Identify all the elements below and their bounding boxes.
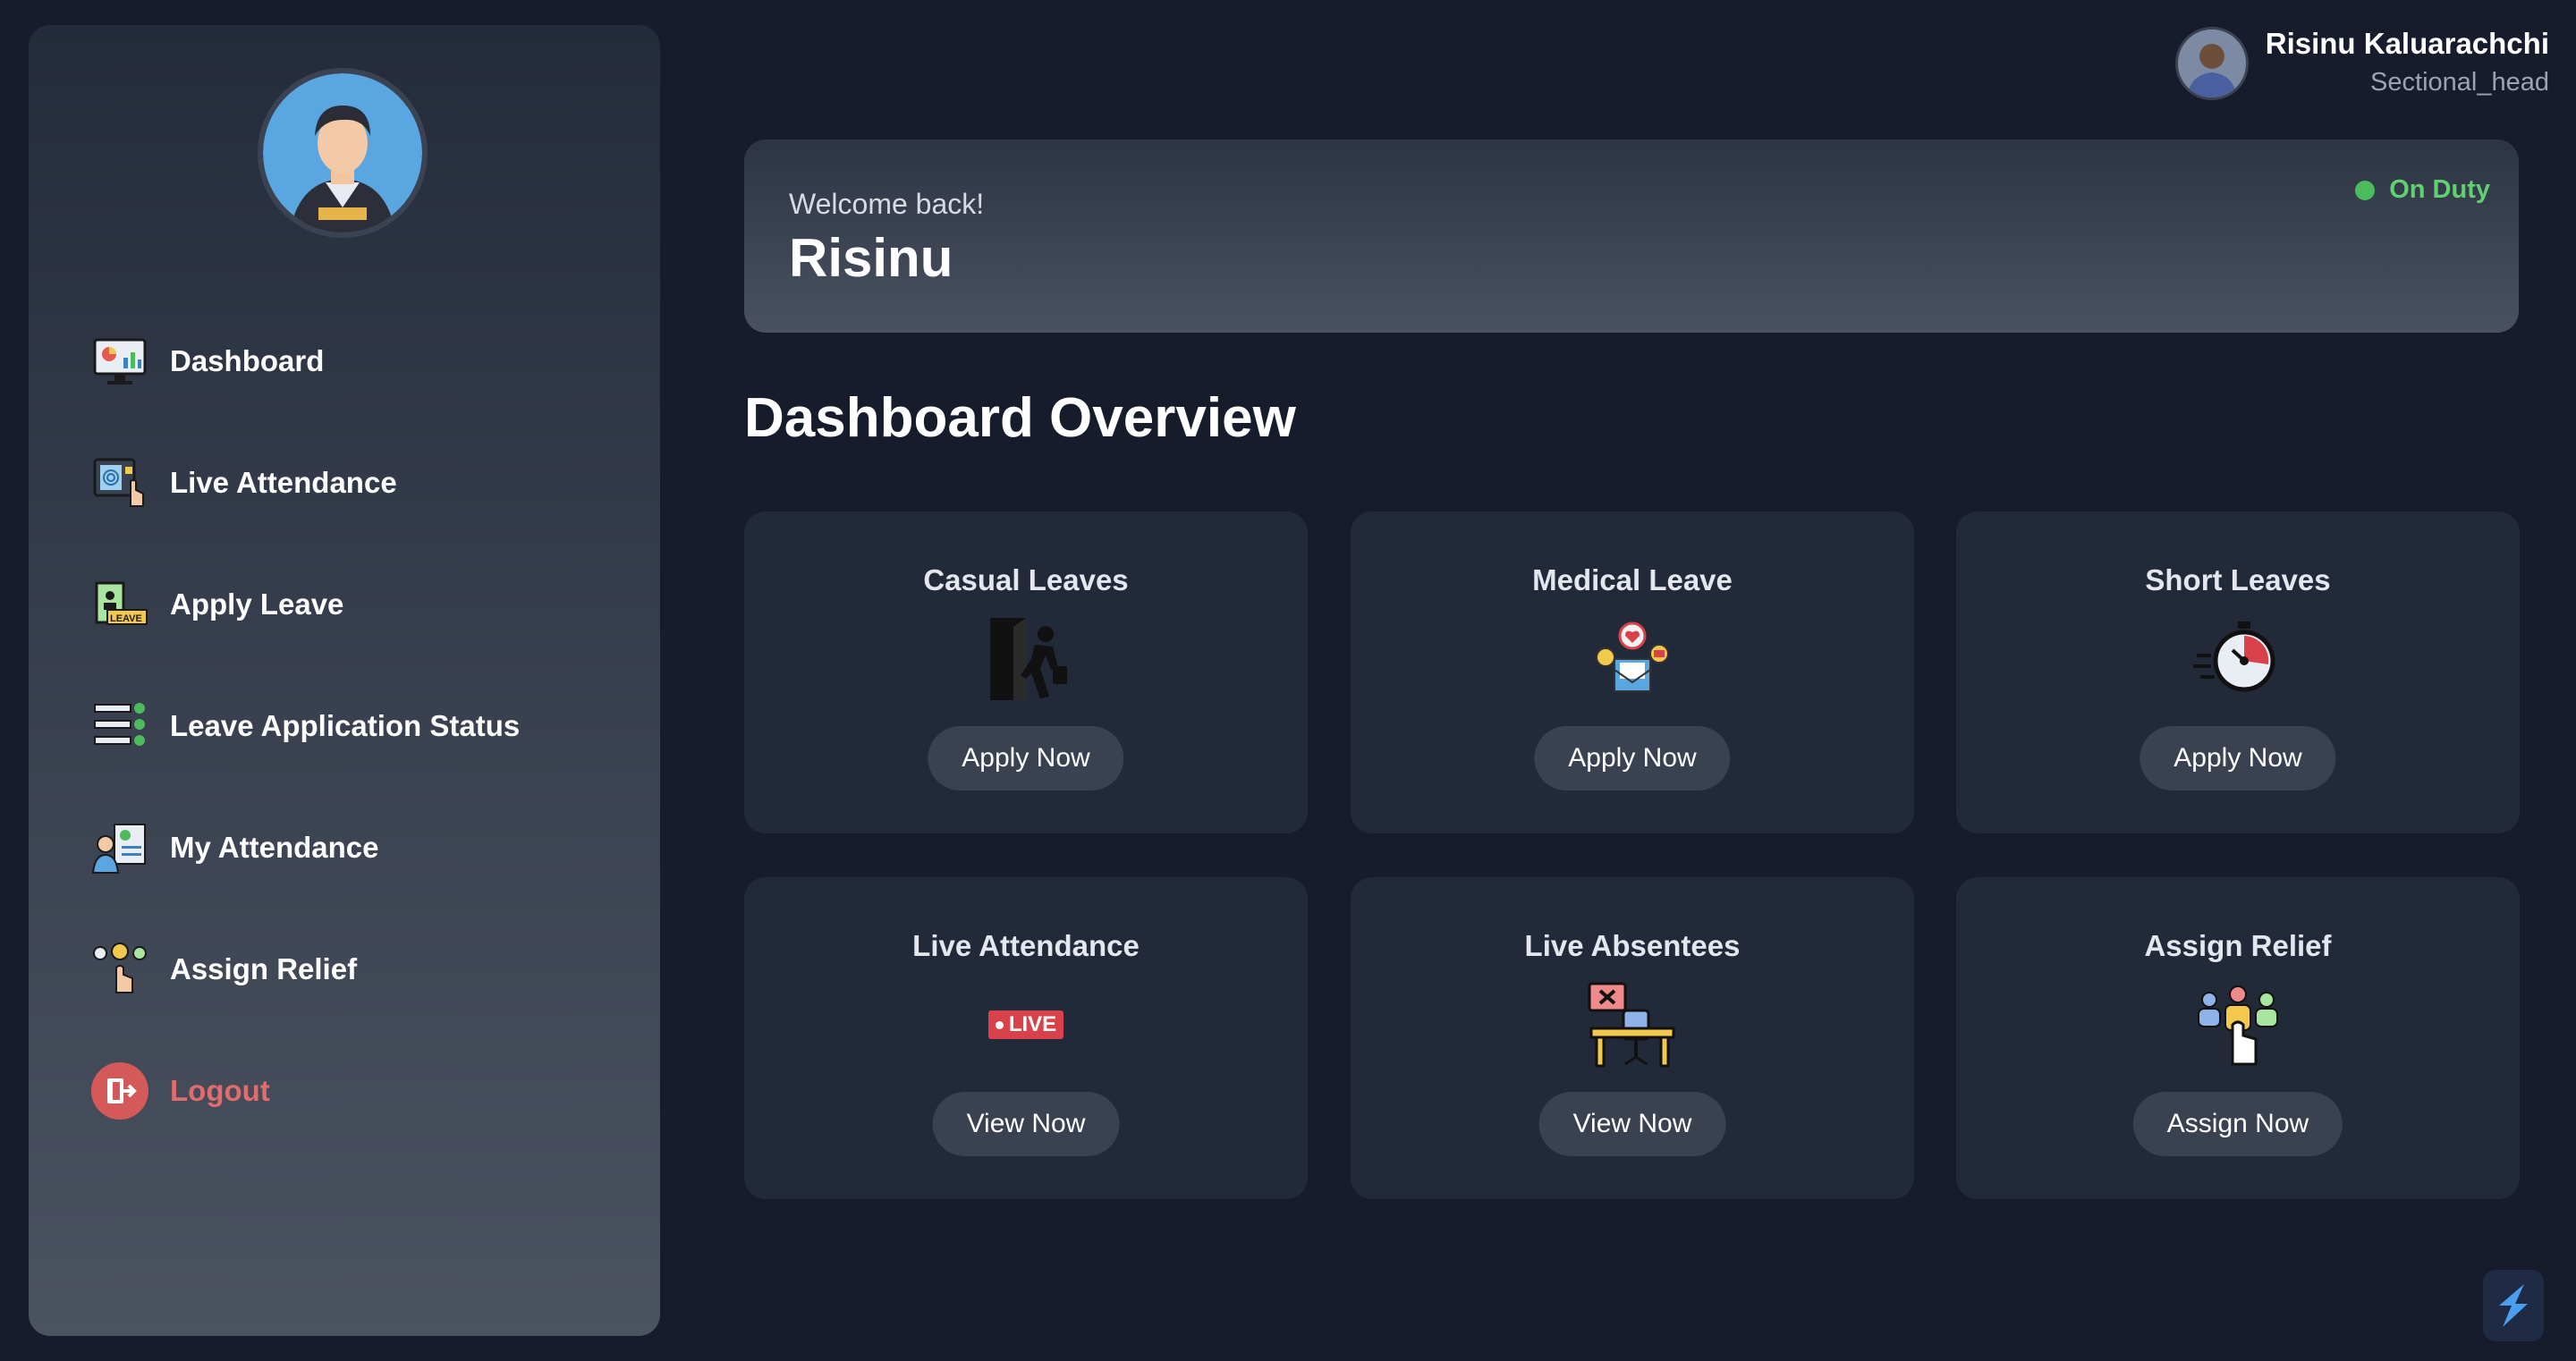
attendance-person-icon bbox=[91, 819, 148, 876]
apply-now-button[interactable]: Apply Now bbox=[1534, 726, 1731, 790]
card-title: Live Attendance bbox=[912, 929, 1140, 962]
assign-now-button[interactable]: Assign Now bbox=[2132, 1092, 2343, 1156]
card-title: Assign Relief bbox=[2144, 929, 2332, 962]
user-role: Sectional_head bbox=[2370, 68, 2549, 97]
sidebar-item-apply-leave[interactable]: LEAVE Apply Leave bbox=[91, 544, 633, 665]
status-dot-icon bbox=[2355, 180, 2376, 200]
svg-text:LEAVE: LEAVE bbox=[110, 613, 142, 624]
sidebar-item-label: Dashboard bbox=[170, 344, 325, 377]
section-title: Dashboard Overview bbox=[744, 387, 1296, 449]
sidebar-item-assign-relief[interactable]: Assign Relief bbox=[91, 909, 633, 1030]
medical-mail-icon bbox=[1583, 610, 1682, 708]
fingerprint-scan-icon bbox=[91, 454, 148, 511]
exit-door-icon bbox=[977, 610, 1075, 708]
card-live-absentees: Live Absentees View Now bbox=[1351, 877, 1914, 1199]
apply-now-button[interactable]: Apply Now bbox=[928, 726, 1124, 790]
logout-label: Logout bbox=[170, 1074, 270, 1107]
stopwatch-icon bbox=[2189, 610, 2287, 708]
card-title: Short Leaves bbox=[2145, 563, 2331, 596]
view-now-button[interactable]: View Now bbox=[1538, 1092, 1726, 1156]
duty-status: On Duty bbox=[2355, 175, 2490, 205]
welcome-banner: Welcome back! Risinu On Duty bbox=[744, 139, 2519, 333]
card-title: Live Absentees bbox=[1524, 929, 1741, 962]
floating-app-button[interactable] bbox=[2483, 1270, 2544, 1341]
dashboard-monitor-icon bbox=[91, 333, 148, 390]
sidebar-item-live-attendance[interactable]: Live Attendance bbox=[91, 422, 633, 544]
sidebar-item-label: Apply Leave bbox=[170, 588, 344, 621]
person-avatar-icon bbox=[263, 73, 422, 232]
card-title: Casual Leaves bbox=[923, 563, 1129, 596]
card-casual-leaves: Casual Leaves Apply Now bbox=[744, 511, 1308, 833]
card-live-attendance: Live Attendance LIVE View Now bbox=[744, 877, 1308, 1199]
sidebar-item-label: My Attendance bbox=[170, 831, 379, 864]
apply-now-button[interactable]: Apply Now bbox=[2140, 726, 2336, 790]
logout-button[interactable]: Logout bbox=[91, 1030, 633, 1152]
welcome-name: Risinu bbox=[789, 228, 953, 288]
assign-people-icon bbox=[91, 941, 148, 998]
assign-hand-icon bbox=[2189, 976, 2287, 1074]
card-assign-relief: Assign Relief Assign Now bbox=[1956, 877, 2520, 1199]
lightning-s-icon bbox=[2499, 1284, 2528, 1327]
sidebar-item-label: Live Attendance bbox=[170, 466, 397, 499]
leave-document-icon: LEAVE bbox=[91, 576, 148, 633]
user-avatar[interactable] bbox=[2175, 27, 2249, 100]
sidebar-item-my-attendance[interactable]: My Attendance bbox=[91, 787, 633, 909]
empty-desk-icon bbox=[1583, 976, 1682, 1074]
welcome-subtitle: Welcome back! bbox=[789, 188, 985, 220]
sidebar-item-label: Leave Application Status bbox=[170, 709, 521, 742]
user-name: Risinu Kaluarachchi bbox=[2265, 27, 2549, 60]
sidebar-item-leave-status[interactable]: Leave Application Status bbox=[91, 665, 633, 787]
sidebar-item-label: Assign Relief bbox=[170, 952, 358, 985]
card-medical-leave: Medical Leave Apply Now bbox=[1351, 511, 1914, 833]
user-photo-icon bbox=[2178, 30, 2246, 97]
card-short-leaves: Short Leaves Apply Now bbox=[1956, 511, 2520, 833]
status-text: On Duty bbox=[2389, 175, 2490, 204]
sidebar: Dashboard Live Attendance LEAVE Apply Le… bbox=[29, 25, 660, 1336]
logout-icon bbox=[91, 1062, 148, 1120]
view-now-button[interactable]: View Now bbox=[932, 1092, 1120, 1156]
profile-avatar bbox=[258, 68, 428, 238]
sidebar-item-dashboard[interactable]: Dashboard bbox=[91, 300, 633, 422]
live-badge-label: LIVE bbox=[1008, 1012, 1057, 1036]
sidebar-nav: Dashboard Live Attendance LEAVE Apply Le… bbox=[91, 300, 633, 1152]
status-list-icon bbox=[91, 697, 148, 755]
live-badge-icon: LIVE bbox=[977, 976, 1075, 1074]
card-title: Medical Leave bbox=[1532, 563, 1733, 596]
